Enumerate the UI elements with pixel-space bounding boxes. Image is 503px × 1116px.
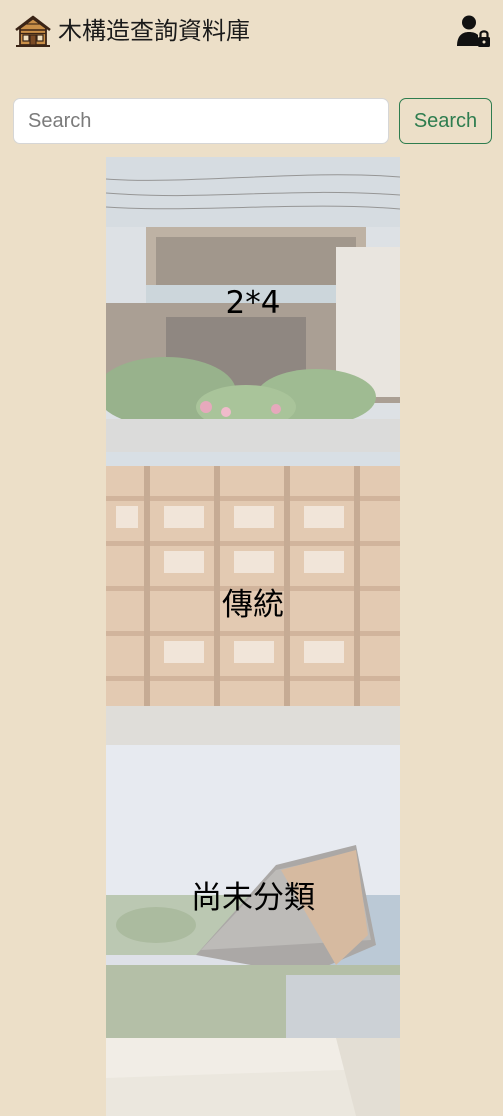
wooden-house-logo-icon[interactable] (14, 14, 52, 48)
category-card-2x4[interactable]: 2*4 (106, 157, 400, 466)
category-card-uncategorized[interactable]: 尚未分類 (106, 745, 400, 1038)
user-lock-icon[interactable] (456, 14, 492, 48)
category-label: 傳統 (222, 587, 284, 623)
search-input[interactable] (13, 98, 389, 144)
search-button[interactable]: Search (399, 98, 492, 144)
image-overlay (106, 1038, 400, 1116)
category-label: 2*4 (225, 285, 281, 321)
category-label: 尚未分類 (191, 880, 315, 916)
site-title[interactable]: 木構造查詢資料庫 (58, 14, 250, 48)
category-card-traditional[interactable]: 傳統 (106, 466, 400, 745)
top-navbar: 木構造查詢資料庫 (0, 0, 503, 64)
category-card-next[interactable] (106, 1038, 400, 1116)
